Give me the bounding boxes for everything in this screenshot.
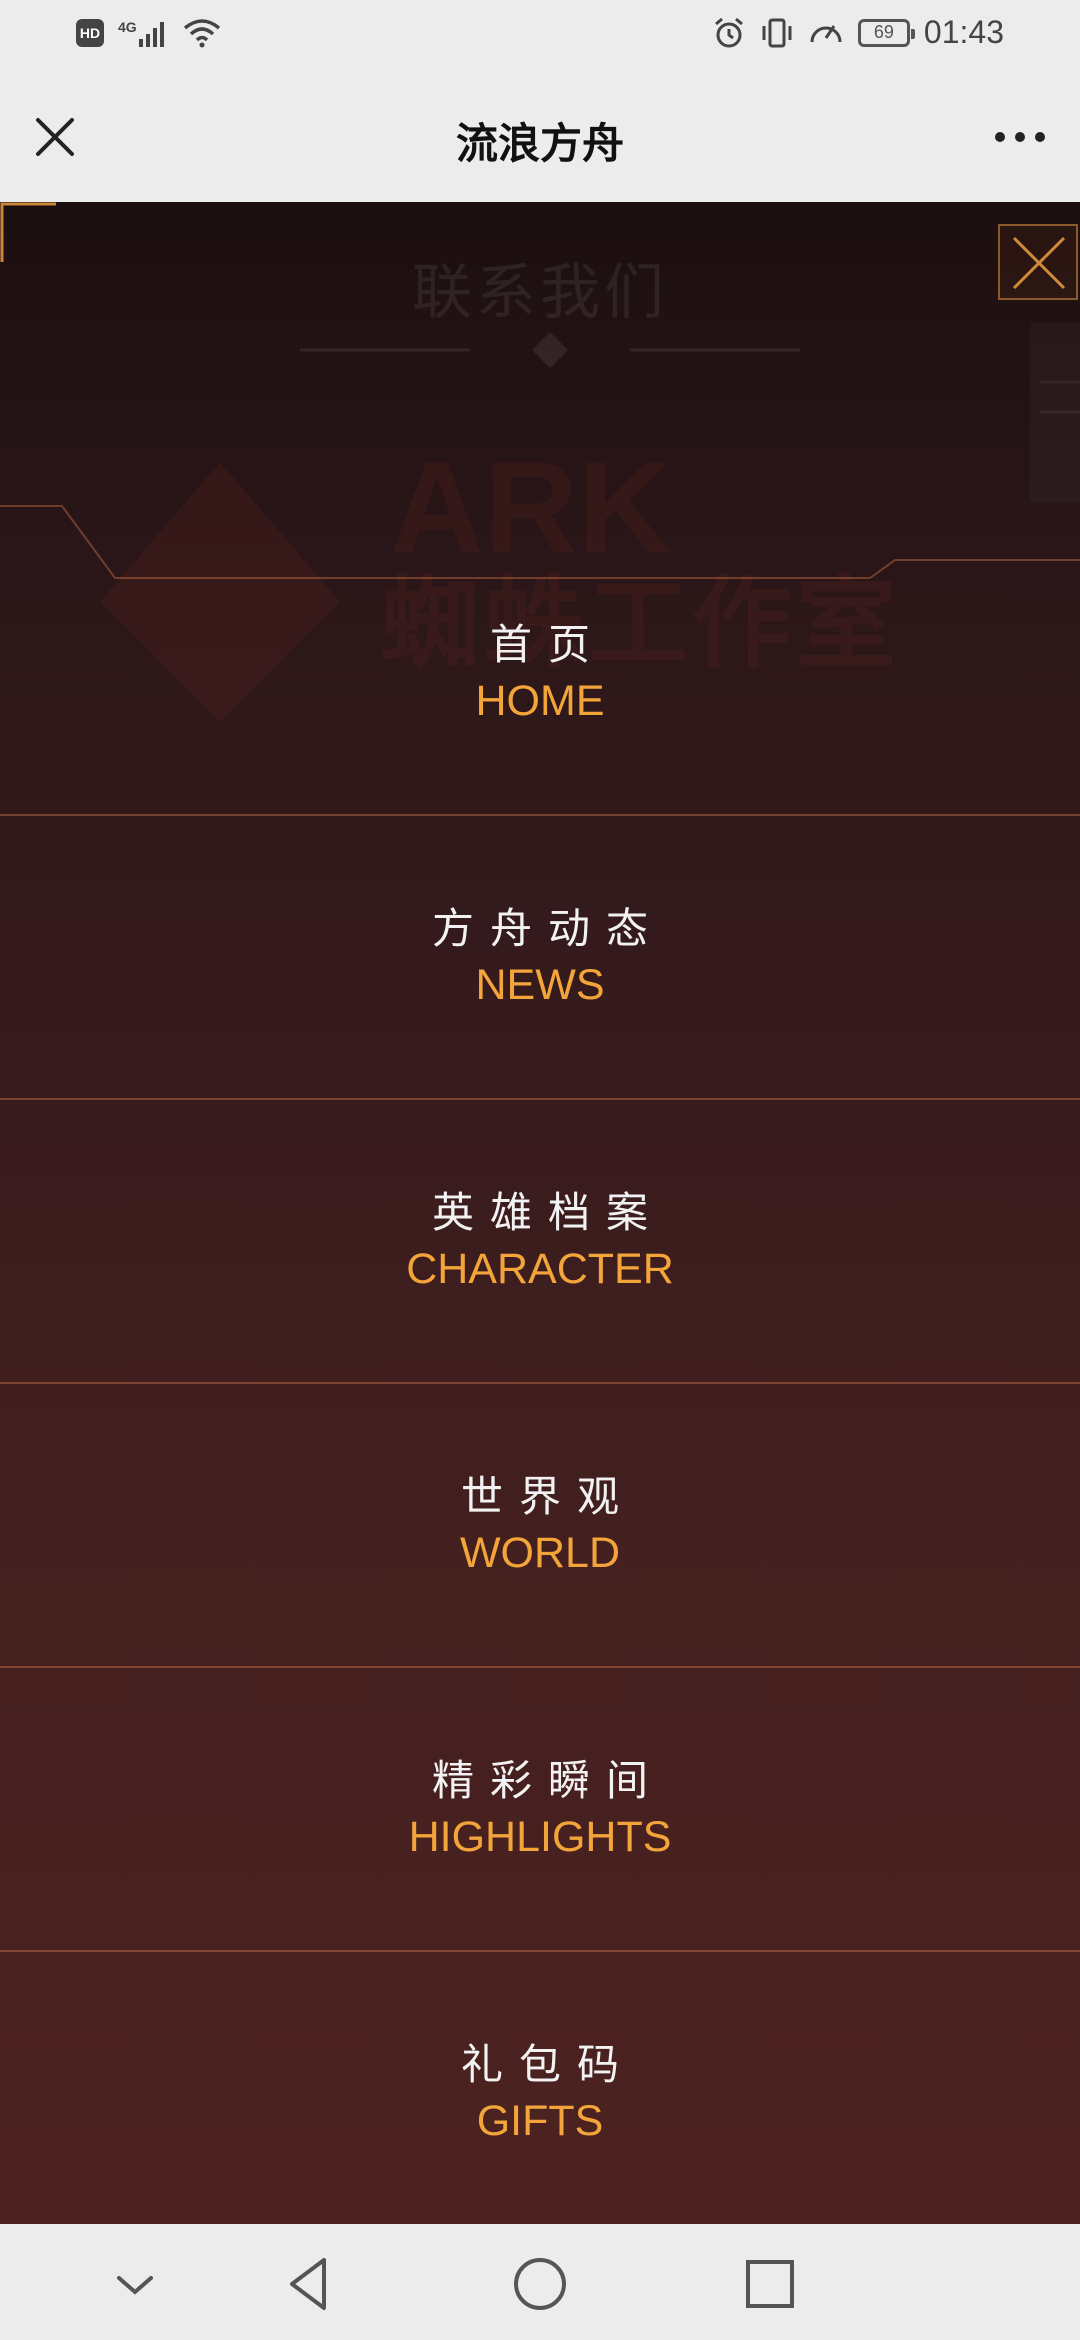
vibrate-icon — [762, 18, 792, 47]
menu-item-cn-label: 英雄档案 — [431, 1188, 664, 1237]
menu-item-en-label: NEWS — [475, 961, 605, 1009]
menu-item-character[interactable]: 英雄档案 CHARACTER — [0, 1100, 1080, 1382]
background-contact-heading: 联系我们 — [412, 258, 668, 328]
menu-item-en-label: HOME — [475, 677, 605, 725]
menu-item-en-label: CHARACTER — [406, 1245, 674, 1293]
system-nav-bar — [0, 2224, 1080, 2340]
status-right: 69 01:43 — [712, 14, 1004, 51]
menu-item-en-label: GIFTS — [476, 2097, 604, 2145]
chevron-down-icon[interactable] — [105, 2254, 165, 2314]
menu-item-en-label: HIGHLIGHTS — [408, 1813, 672, 1861]
speed-icon — [810, 24, 842, 42]
signal-icon — [138, 22, 164, 47]
menu-item-cn-label: 方舟动态 — [431, 904, 664, 953]
menu-item-cn-label: 首页 — [489, 620, 606, 669]
close-icon — [1012, 236, 1066, 290]
page-title: 流浪方舟 — [455, 119, 624, 168]
network-indicator: 4G — [118, 19, 169, 47]
back-triangle-icon[interactable] — [280, 2254, 340, 2314]
more-icon[interactable] — [990, 117, 1050, 157]
heading-ornament — [300, 332, 800, 368]
status-left: HD 4G — [76, 18, 221, 48]
network-type: 4G — [118, 19, 137, 35]
menu-item-gifts[interactable]: 礼包码 GIFTS — [0, 1952, 1080, 2224]
battery-indicator: 69 — [857, 18, 915, 47]
menu-item-en-label: WORLD — [459, 1529, 621, 1577]
menu-item-cn-label: 精彩瞬间 — [431, 1756, 664, 1805]
menu-item-world[interactable]: 世界观 WORLD — [0, 1384, 1080, 1666]
recent-square-icon[interactable] — [740, 2254, 800, 2314]
nav-menu: 首页 HOME 方舟动态 NEWS 英雄档案 CHARACTER 世界观 WOR… — [0, 532, 1080, 2224]
menu-overlay: 联系我们 ARK 蜘蛛工作室 首页 HOME 方舟动态 NEWS 英雄档案 CH — [0, 202, 1080, 2224]
menu-item-highlights[interactable]: 精彩瞬间 HIGHLIGHTS — [0, 1668, 1080, 1950]
wifi-icon — [183, 19, 220, 48]
status-bar: HD 4G 69 01:43 — [0, 0, 1080, 72]
battery-level: 69 — [873, 22, 894, 42]
alarm-icon — [714, 17, 743, 47]
menu-item-home[interactable]: 首页 HOME — [0, 532, 1080, 814]
menu-item-news[interactable]: 方舟动态 NEWS — [0, 816, 1080, 1098]
menu-item-cn-label: 世界观 — [460, 1472, 635, 1521]
menu-close-button[interactable] — [998, 224, 1078, 300]
menu-item-cn-label: 礼包码 — [460, 2040, 635, 2089]
home-circle-icon[interactable] — [510, 2254, 570, 2314]
title-bar: 流浪方舟 — [0, 72, 1080, 202]
status-time: 01:43 — [923, 14, 1004, 50]
hd-badge: HD — [76, 19, 104, 47]
